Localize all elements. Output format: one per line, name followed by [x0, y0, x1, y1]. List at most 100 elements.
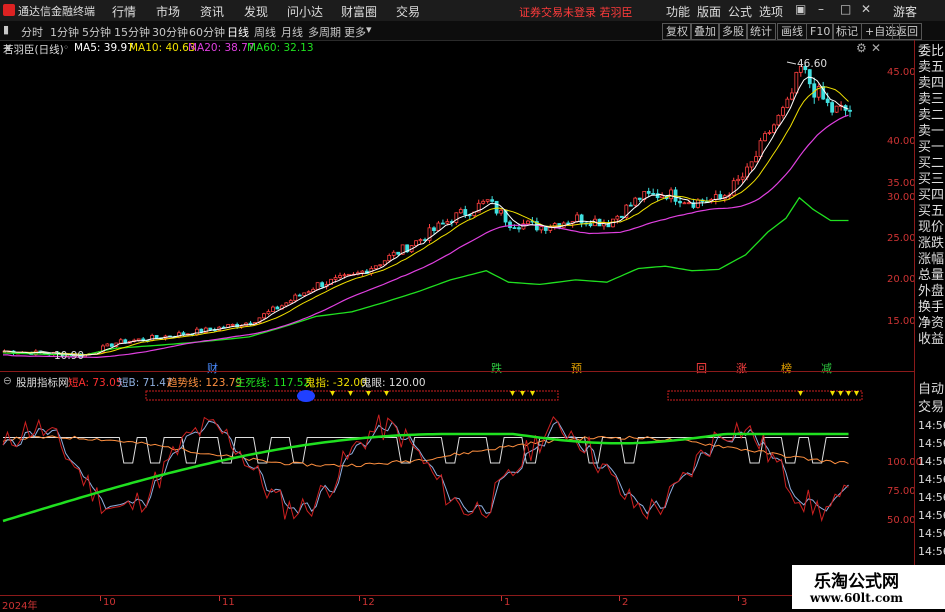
short-b-value: 短B: 71.47 [118, 377, 173, 389]
candle [105, 343, 110, 347]
price-tick: 35.00 [887, 178, 916, 189]
candle [687, 202, 691, 205]
price-tick: 25.00 [887, 233, 916, 244]
menu-item-market[interactable]: 市场 [156, 3, 180, 20]
menu-item-options[interactable]: 选项 [759, 3, 783, 20]
maximize-icon[interactable]: □ [840, 2, 851, 16]
ma5-value: MA5: 39.97 [74, 42, 134, 54]
menu-item-news[interactable]: 资讯 [200, 3, 224, 20]
login-notice[interactable]: 证券交易未登录 若羽臣 [519, 4, 633, 20]
candle [208, 327, 213, 331]
date-tick-label: 11 [222, 597, 235, 608]
menu-item-ask[interactable]: 问小达 [287, 3, 323, 20]
f10-button[interactable]: F10 [806, 23, 835, 40]
ma5-line [3, 76, 849, 356]
menu-item-function[interactable]: 功能 [666, 3, 690, 20]
draw-button[interactable]: 画线 [777, 23, 807, 40]
chart-settings-icon[interactable]: ⚙ [856, 41, 867, 55]
signal-dot [297, 390, 315, 402]
event-label: 预 [571, 362, 582, 375]
adjust-button[interactable]: 复权 [662, 23, 692, 40]
tab-period-daily[interactable]: 日线 [227, 24, 249, 40]
event-marker-forecast[interactable]: 预 [571, 360, 582, 376]
event-marker-list[interactable]: 榜 [781, 360, 792, 376]
tab-period-multi[interactable]: 多周期 [308, 24, 341, 40]
ma-settings-icon[interactable]: ◦ [63, 42, 69, 54]
candle [633, 197, 638, 206]
menu-item-wealth[interactable]: 财富圈 [341, 3, 377, 20]
quote-field-label: 净资 [918, 316, 945, 331]
event-label: 涨 [736, 362, 747, 375]
candle [441, 222, 445, 225]
menu-item-layout[interactable]: 版面 [697, 3, 721, 20]
menu-item-formula[interactable]: 公式 [728, 3, 752, 20]
high-price-label: 46.60 [797, 58, 828, 70]
menu-item-quotes[interactable]: 行情 [112, 3, 136, 20]
quote-field-label: 卖五 [918, 60, 945, 75]
tab-period-minute[interactable]: 分时 [21, 24, 43, 40]
candle [499, 209, 503, 214]
more-dropdown-icon[interactable]: ▾ [366, 23, 372, 36]
candle [391, 251, 396, 256]
trend-line [2, 435, 849, 468]
tab-period-5min[interactable]: 5分钟 [82, 24, 111, 40]
tab-period-30min[interactable]: 30分钟 [152, 24, 188, 40]
close-icon[interactable]: ✕ [861, 2, 871, 16]
candle [776, 114, 781, 126]
indicator-toggle-icon[interactable]: ⊖ [3, 375, 12, 387]
tab-period-more[interactable]: 更多 [344, 24, 366, 40]
menu-item-trade[interactable]: 交易 [396, 3, 420, 20]
watermark: 乐淘公式网 www.60lt.com [792, 565, 945, 609]
candle [378, 264, 383, 267]
event-marker-reduce[interactable]: 减 [821, 360, 832, 376]
candle [194, 328, 199, 336]
quote-field-label: 交易 [918, 400, 945, 415]
overlay-button[interactable]: 叠加 [690, 23, 720, 40]
event-label: 榜 [781, 362, 792, 375]
indicator-chart[interactable] [0, 389, 914, 595]
tab-period-1min[interactable]: 1分钟 [50, 24, 79, 40]
indicator-name[interactable]: 股朋指标网 [16, 375, 69, 390]
event-marker-rise[interactable]: 涨 [736, 360, 747, 376]
multi-stock-button[interactable]: 多股 [718, 23, 748, 40]
right-panel-divider[interactable] [914, 40, 915, 595]
tab-period-monthly[interactable]: 月线 [281, 24, 303, 40]
quote-field-label: 涨幅 [918, 252, 945, 267]
tab-period-15min[interactable]: 15分钟 [114, 24, 150, 40]
signal-triangle [384, 391, 389, 396]
period-toolbar: ▮ 分时 1分钟 5分钟 15分钟 30分钟 60分钟 日线 周线 月线 多周期… [0, 21, 945, 41]
event-label: 跌 [491, 362, 502, 375]
menu-item-discover[interactable]: 发现 [244, 3, 268, 20]
date-tick-label: 2 [622, 597, 629, 608]
event-marker-drop[interactable]: 跌 [491, 360, 502, 376]
watermark-title: 乐淘公式网 [814, 572, 899, 592]
minimize-icon[interactable]: – [818, 2, 824, 16]
candle [758, 140, 763, 158]
candle [360, 270, 365, 274]
candle [284, 302, 289, 307]
tab-period-weekly[interactable]: 周线 [254, 24, 276, 40]
candle [347, 273, 351, 276]
date-tick-label: 1 [504, 597, 511, 608]
quote-field-label: 卖三 [918, 92, 945, 107]
price-tick: 20.00 [887, 274, 916, 285]
mark-button[interactable]: 标记 [832, 23, 862, 40]
quote-field-label: 委比 [918, 44, 945, 59]
candlestick-chart[interactable] [0, 55, 914, 371]
candle [736, 178, 741, 182]
panel-toggle-icon[interactable]: ▮ [3, 23, 9, 36]
stats-button[interactable]: 统计 [746, 23, 776, 40]
event-marker-buyback[interactable]: 回 [696, 360, 707, 376]
event-marker-finance[interactable]: 财 [207, 360, 218, 376]
candle [396, 251, 401, 255]
indicator-tick: 75.00 [887, 486, 916, 497]
candle [615, 215, 620, 220]
tab-period-60min[interactable]: 60分钟 [189, 24, 225, 40]
skin-icon[interactable]: ▣ [795, 2, 806, 16]
candle [772, 124, 776, 133]
chart-close-icon[interactable]: ✕ [871, 41, 881, 55]
user-label[interactable]: 游客 [893, 3, 917, 20]
chart-divider[interactable] [0, 371, 915, 372]
back-button[interactable]: 返回 [892, 23, 922, 40]
candle [150, 335, 155, 341]
